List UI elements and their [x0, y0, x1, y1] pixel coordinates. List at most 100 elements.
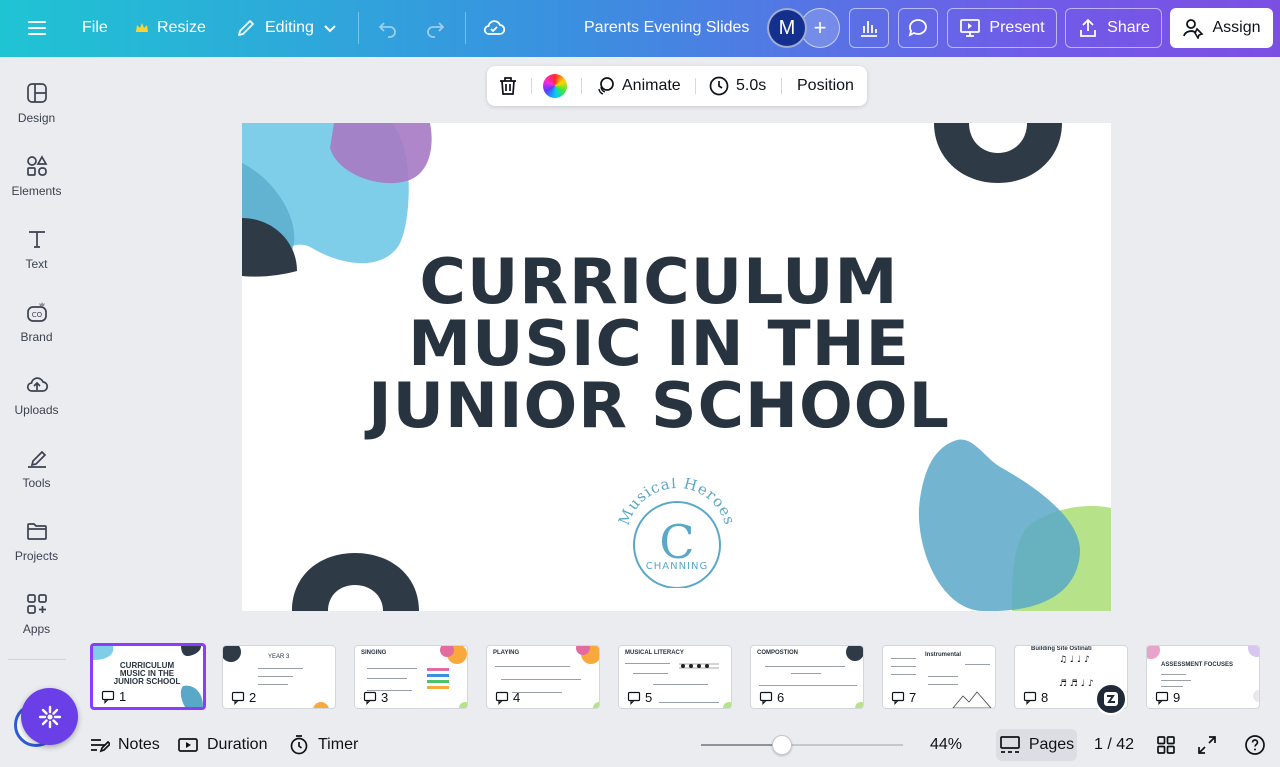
insights-button[interactable]	[849, 8, 889, 48]
animate-label: Animate	[622, 77, 681, 94]
share-label: Share	[1107, 19, 1150, 36]
thumb-title: PLAYING	[493, 650, 520, 656]
text-line	[759, 685, 857, 686]
text-line	[659, 702, 719, 703]
page-thumbnail-6[interactable]: COMPOSTION 6	[750, 645, 864, 709]
share-button[interactable]: Share	[1065, 8, 1162, 48]
sidebar-item-elements[interactable]: Elements	[0, 154, 73, 198]
sidebar-item-brand[interactable]: CO Brand	[0, 300, 73, 344]
resize-button[interactable]: Resize	[135, 19, 206, 37]
timer-button[interactable]: Timer	[288, 722, 358, 767]
thumb-title: ASSESSMENT FOCUSES	[1161, 662, 1234, 668]
editing-mode-dropdown[interactable]: Editing	[235, 17, 338, 39]
shapes-icon	[26, 155, 47, 176]
sidebar-item-tools[interactable]: Tools	[0, 446, 73, 490]
page-thumbnail-9[interactable]: ASSESSMENT FOCUSES 9	[1146, 645, 1260, 709]
slide-title[interactable]: CURRICULUM MUSIC IN THE JUNIOR SCHOOL	[242, 251, 1076, 437]
document-title[interactable]: Parents Evening Slides	[584, 19, 749, 37]
brand-icon: CO	[26, 302, 47, 322]
duration-value: 5.0s	[736, 77, 767, 94]
file-menu[interactable]: File	[82, 19, 108, 37]
comments-button[interactable]	[898, 8, 938, 48]
avatar[interactable]: M	[767, 8, 807, 48]
page-thumbnail-2[interactable]: YEAR 3 2	[222, 645, 336, 709]
redo-icon	[427, 22, 445, 38]
page-thumbnail-1[interactable]: CURRICULUM MUSIC IN THE JUNIOR SCHOOL 1	[90, 643, 206, 710]
page-number: 5	[645, 690, 653, 705]
hamburger-icon	[28, 21, 46, 35]
page-number: 7	[909, 690, 917, 705]
svg-text:♬ ♬ ♩ ♪: ♬ ♬ ♩ ♪	[1059, 679, 1094, 689]
clock-icon	[709, 76, 729, 96]
assign-button[interactable]: Assign	[1170, 8, 1273, 48]
svg-text:CO: CO	[31, 311, 42, 319]
quick-actions-badge[interactable]	[1095, 683, 1127, 715]
page-number: 1	[119, 689, 127, 704]
undo-button[interactable]	[377, 17, 399, 39]
sidebar-item-design[interactable]: Design	[0, 81, 73, 125]
notes-icon	[91, 738, 110, 752]
color-button[interactable]	[543, 66, 567, 106]
sidebar-item-text[interactable]: Text	[0, 227, 73, 271]
text-line	[367, 668, 417, 669]
text-line	[1161, 674, 1186, 675]
thumb-title: Building Site Ostinati	[1031, 646, 1092, 652]
duration-button[interactable]: 5.0s	[708, 66, 766, 106]
animate-button[interactable]: Animate	[594, 66, 681, 106]
thumb-title: CURRICULUM MUSIC IN THE JUNIOR SCHOOL	[113, 661, 181, 686]
doc-title-text: Parents Evening Slides	[584, 19, 750, 36]
assign-icon	[1183, 19, 1204, 39]
page-thumbnail-5[interactable]: MUSICAL LITERACY 5	[618, 645, 732, 709]
plus-icon: +	[813, 15, 827, 40]
sparkle-icon	[38, 705, 61, 728]
sparkle-box-icon	[1104, 692, 1118, 706]
play-box-icon	[178, 737, 198, 752]
text-line	[928, 676, 958, 677]
magic-assistant-button[interactable]	[21, 688, 78, 745]
sidebar-item-apps[interactable]: Apps	[0, 592, 73, 636]
zoom-level-button[interactable]: 44%	[930, 722, 962, 767]
notes-button[interactable]: Notes	[88, 722, 160, 767]
pages-button[interactable]: Pages	[996, 729, 1077, 761]
redo-button[interactable]	[424, 17, 446, 39]
help-button[interactable]	[1244, 722, 1266, 767]
text-line	[1161, 686, 1183, 687]
duration-footer-button[interactable]: Duration	[177, 722, 267, 767]
resize-label: Resize	[157, 19, 206, 36]
zoom-slider-thumb[interactable]	[771, 735, 792, 755]
thumb-number: 5	[627, 690, 652, 705]
sidebar-item-label: Brand	[20, 330, 53, 344]
page-thumbnail-4[interactable]: PLAYING 4	[486, 645, 600, 709]
sidebar-item-projects[interactable]: Projects	[0, 519, 73, 563]
present-icon	[960, 19, 981, 37]
fullscreen-button[interactable]	[1196, 722, 1218, 767]
text-line	[1161, 680, 1191, 681]
undo-icon	[378, 22, 396, 38]
comment-icon	[495, 691, 509, 705]
top-bar: File Resize Editing Parents Evening Slid…	[0, 0, 1280, 57]
page-number: 4	[513, 690, 521, 705]
menu-button[interactable]	[26, 17, 48, 39]
delete-button[interactable]	[497, 66, 519, 106]
page-thumbnail-3[interactable]: SINGING 3	[354, 645, 468, 709]
page-thumbnail-7[interactable]: Instrumental 7	[882, 645, 996, 709]
channing-logo[interactable]: Musical Heroes C CHANNING	[617, 478, 737, 588]
slide-canvas[interactable]: CURRICULUM MUSIC IN THE JUNIOR SCHOOL Mu…	[242, 123, 1111, 611]
thumb-title: SINGING	[361, 650, 387, 656]
present-button[interactable]: Present	[947, 8, 1057, 48]
text-line	[258, 668, 303, 669]
title-line-1: CURRICULUM	[419, 245, 899, 318]
divider	[695, 78, 696, 94]
sidebar-item-uploads[interactable]: Uploads	[0, 373, 73, 417]
save-status-button[interactable]	[482, 16, 506, 40]
left-sidebar: Design Elements Text CO Brand Uploads To…	[0, 57, 73, 660]
page-indicator[interactable]: 1 / 42	[1094, 722, 1134, 767]
duration-footer-label: Duration	[207, 735, 268, 753]
divider	[781, 78, 782, 94]
text-line	[258, 684, 288, 685]
grid-view-button[interactable]	[1155, 722, 1177, 767]
sidebar-item-label: Apps	[22, 622, 51, 636]
zoom-slider[interactable]	[701, 735, 903, 755]
color-wheel-icon	[543, 74, 567, 98]
position-button[interactable]: Position	[797, 66, 854, 106]
